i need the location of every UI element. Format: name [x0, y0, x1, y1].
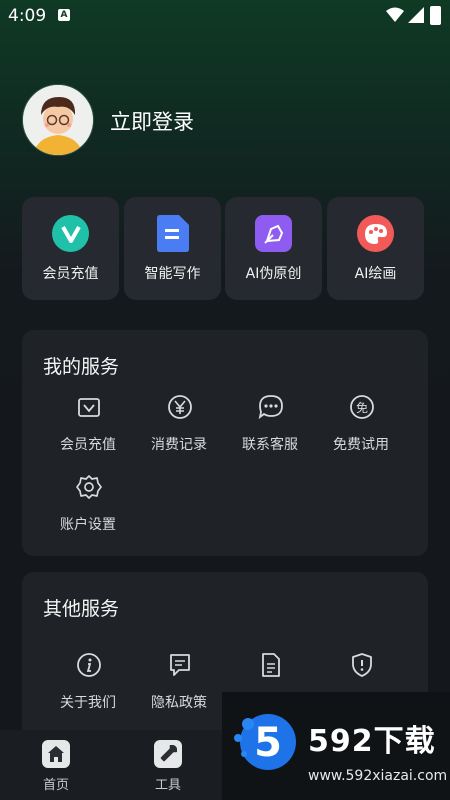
palette-icon [357, 215, 394, 252]
quick-actions: 会员充值 智能写作 AI伪原创 AI绘画 [22, 197, 424, 300]
nav-item-tools[interactable]: 工具 [138, 740, 198, 796]
service-label: 账户设置 [60, 517, 116, 533]
nav-label: 首页 [42, 778, 69, 793]
service-label: 联系客服 [242, 437, 298, 453]
document-lines-icon [262, 653, 280, 677]
nav-label: 工具 [154, 778, 181, 793]
avatar-illustration-icon [23, 85, 93, 155]
service-label: 关于我们 [60, 695, 116, 711]
service-about-us[interactable]: 关于我们 [40, 652, 136, 722]
free-badge-glyph: 免 [356, 400, 368, 415]
service-free-trial[interactable]: 免 免费试用 [313, 394, 409, 464]
my-services-panel: 我的服务 会员充值 消费记录 联系客服 免 免费试用 账户设置 [22, 330, 428, 556]
wifi-icon [386, 7, 404, 22]
watermark-logo-icon: 5 [234, 714, 296, 770]
service-vip-recharge[interactable]: 会员充值 [40, 394, 136, 464]
free-badge-icon: 免 [350, 395, 374, 419]
service-contact-support[interactable]: 联系客服 [222, 394, 318, 464]
quick-card-ai-painting[interactable]: AI绘画 [327, 197, 424, 300]
chat-bubble-icon [258, 395, 283, 420]
service-label: 隐私政策 [151, 695, 207, 711]
profile-login[interactable]: 立即登录 [22, 84, 322, 156]
quick-card-ai-rewrite[interactable]: AI伪原创 [225, 197, 322, 300]
watermark-overlay: 5 592下载 www.592xiazai.com [222, 692, 450, 800]
status-bar: 4:09 A [0, 0, 450, 32]
gear-icon [76, 475, 102, 499]
watermark-logo-digit: 5 [254, 720, 282, 766]
pen-nib-icon [255, 215, 292, 252]
service-consumption-records[interactable]: 消费记录 [131, 394, 227, 464]
shield-alert-icon [352, 653, 372, 677]
service-label: 会员充值 [60, 437, 116, 453]
quick-card-label: AI伪原创 [245, 266, 302, 282]
wrench-icon [154, 740, 182, 768]
service-privacy-policy[interactable]: 隐私政策 [131, 652, 227, 722]
status-time: 4:09 [8, 6, 47, 26]
watermark-url: www.592xiazai.com [308, 768, 448, 784]
notification-icon: A [58, 9, 70, 21]
vip-card-icon [78, 398, 100, 417]
info-icon [77, 653, 101, 677]
watermark-title: 592下载 [308, 724, 436, 759]
quick-card-label: 会员充值 [42, 266, 99, 282]
section-title: 我的服务 [43, 356, 120, 378]
quick-card-label: 智能写作 [144, 266, 201, 282]
signal-icon [408, 7, 424, 23]
quick-card-smart-writing[interactable]: 智能写作 [124, 197, 221, 300]
battery-icon [430, 6, 441, 25]
home-icon [42, 740, 70, 768]
section-title: 其他服务 [43, 598, 120, 620]
quick-card-label: AI绘画 [354, 266, 397, 282]
nav-item-home[interactable]: 首页 [26, 740, 86, 796]
yen-coin-icon [168, 395, 192, 419]
login-link[interactable]: 立即登录 [110, 106, 194, 136]
service-account-settings[interactable]: 账户设置 [40, 474, 136, 544]
service-label: 免费试用 [333, 437, 389, 453]
quick-card-vip-recharge[interactable]: 会员充值 [22, 197, 119, 300]
vip-v-icon [52, 215, 89, 252]
avatar[interactable] [22, 84, 94, 156]
service-label: 消费记录 [151, 437, 207, 453]
message-square-icon [170, 654, 190, 676]
document-icon [157, 215, 189, 252]
